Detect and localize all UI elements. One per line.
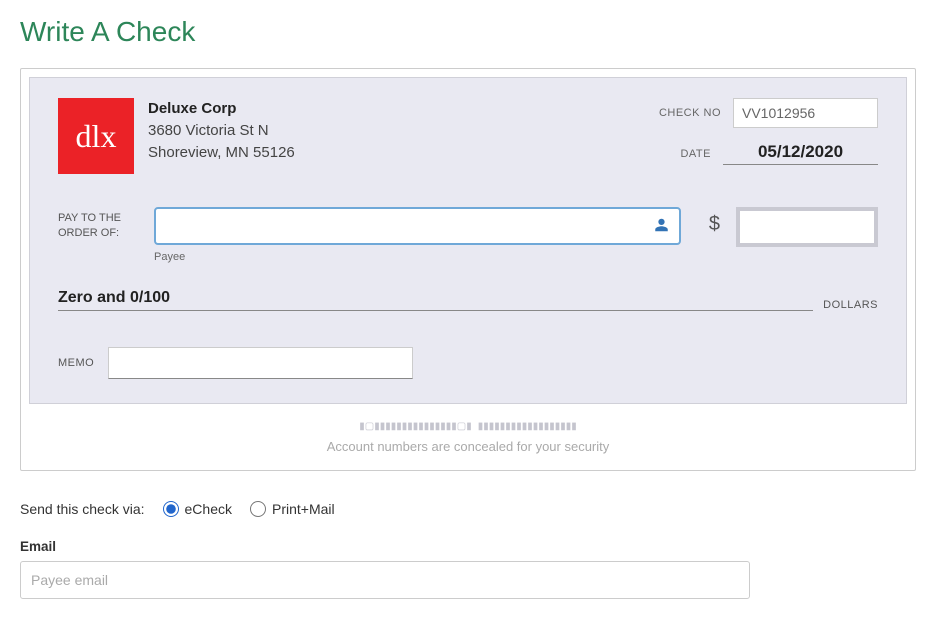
radio-echeck-input[interactable] (163, 501, 179, 517)
radio-echeck[interactable]: eCheck (163, 501, 232, 517)
micr-area: ▮▢▮▮▮▮▮▮▮▮▮▮▮▮▮▮▮▢▮ ▮▮▮▮▮▮▮▮▮▮▮▮▮▮▮▮▮▮ A… (29, 404, 907, 462)
send-via-label: Send this check via: (20, 501, 145, 517)
email-section: Email (20, 539, 916, 599)
radio-printmail-label: Print+Mail (272, 501, 335, 517)
payee-row: PAY TO THE ORDER OF: Payee $ (58, 207, 878, 263)
radio-printmail[interactable]: Print+Mail (250, 501, 335, 517)
company-logo: dlx (58, 98, 134, 174)
concealed-text: Account numbers are concealed for your s… (29, 439, 907, 454)
payee-hint: Payee (154, 251, 681, 263)
radio-echeck-label: eCheck (185, 501, 232, 517)
page-title: Write A Check (20, 8, 916, 48)
amount-words-row: Zero and 0/100 DOLLARS (58, 289, 878, 311)
dollar-sign: $ (691, 207, 726, 236)
dollars-label: DOLLARS (823, 299, 878, 311)
amount-box (736, 207, 878, 247)
radio-printmail-input[interactable] (250, 501, 266, 517)
company-address-line1: 3680 Victoria St N (148, 120, 295, 142)
date-row: DATE 05/12/2020 (659, 142, 878, 165)
company-name: Deluxe Corp (148, 98, 295, 120)
check-body: dlx Deluxe Corp 3680 Victoria St N Shore… (29, 77, 907, 404)
date-label: DATE (680, 148, 711, 160)
checkno-row: CHECK NO (659, 98, 878, 128)
email-input[interactable] (20, 561, 750, 599)
company-info: Deluxe Corp 3680 Victoria St N Shoreview… (148, 98, 295, 179)
person-icon[interactable] (654, 217, 669, 238)
checkno-input[interactable] (733, 98, 878, 128)
email-label: Email (20, 539, 916, 554)
payto-label: PAY TO THE ORDER OF: (58, 207, 144, 242)
checkno-label: CHECK NO (659, 107, 721, 119)
check-header: dlx Deluxe Corp 3680 Victoria St N Shore… (58, 98, 878, 179)
send-via-row: Send this check via: eCheck Print+Mail (20, 501, 916, 517)
company-address-line2: Shoreview, MN 55126 (148, 142, 295, 164)
amount-input[interactable] (742, 213, 872, 241)
memo-input[interactable] (108, 347, 413, 379)
date-value[interactable]: 05/12/2020 (723, 142, 878, 165)
check-meta: CHECK NO DATE 05/12/2020 (659, 98, 878, 179)
company-block: dlx Deluxe Corp 3680 Victoria St N Shore… (58, 98, 295, 179)
payee-field-wrap: Payee (154, 207, 681, 263)
amount-words: Zero and 0/100 (58, 289, 813, 311)
memo-label: MEMO (58, 357, 94, 369)
micr-pattern: ▮▢▮▮▮▮▮▮▮▮▮▮▮▮▮▮▮▢▮ ▮▮▮▮▮▮▮▮▮▮▮▮▮▮▮▮▮▮ (359, 421, 577, 433)
memo-row: MEMO (58, 347, 878, 379)
check-container: dlx Deluxe Corp 3680 Victoria St N Shore… (20, 68, 916, 471)
payee-input[interactable] (154, 207, 681, 245)
